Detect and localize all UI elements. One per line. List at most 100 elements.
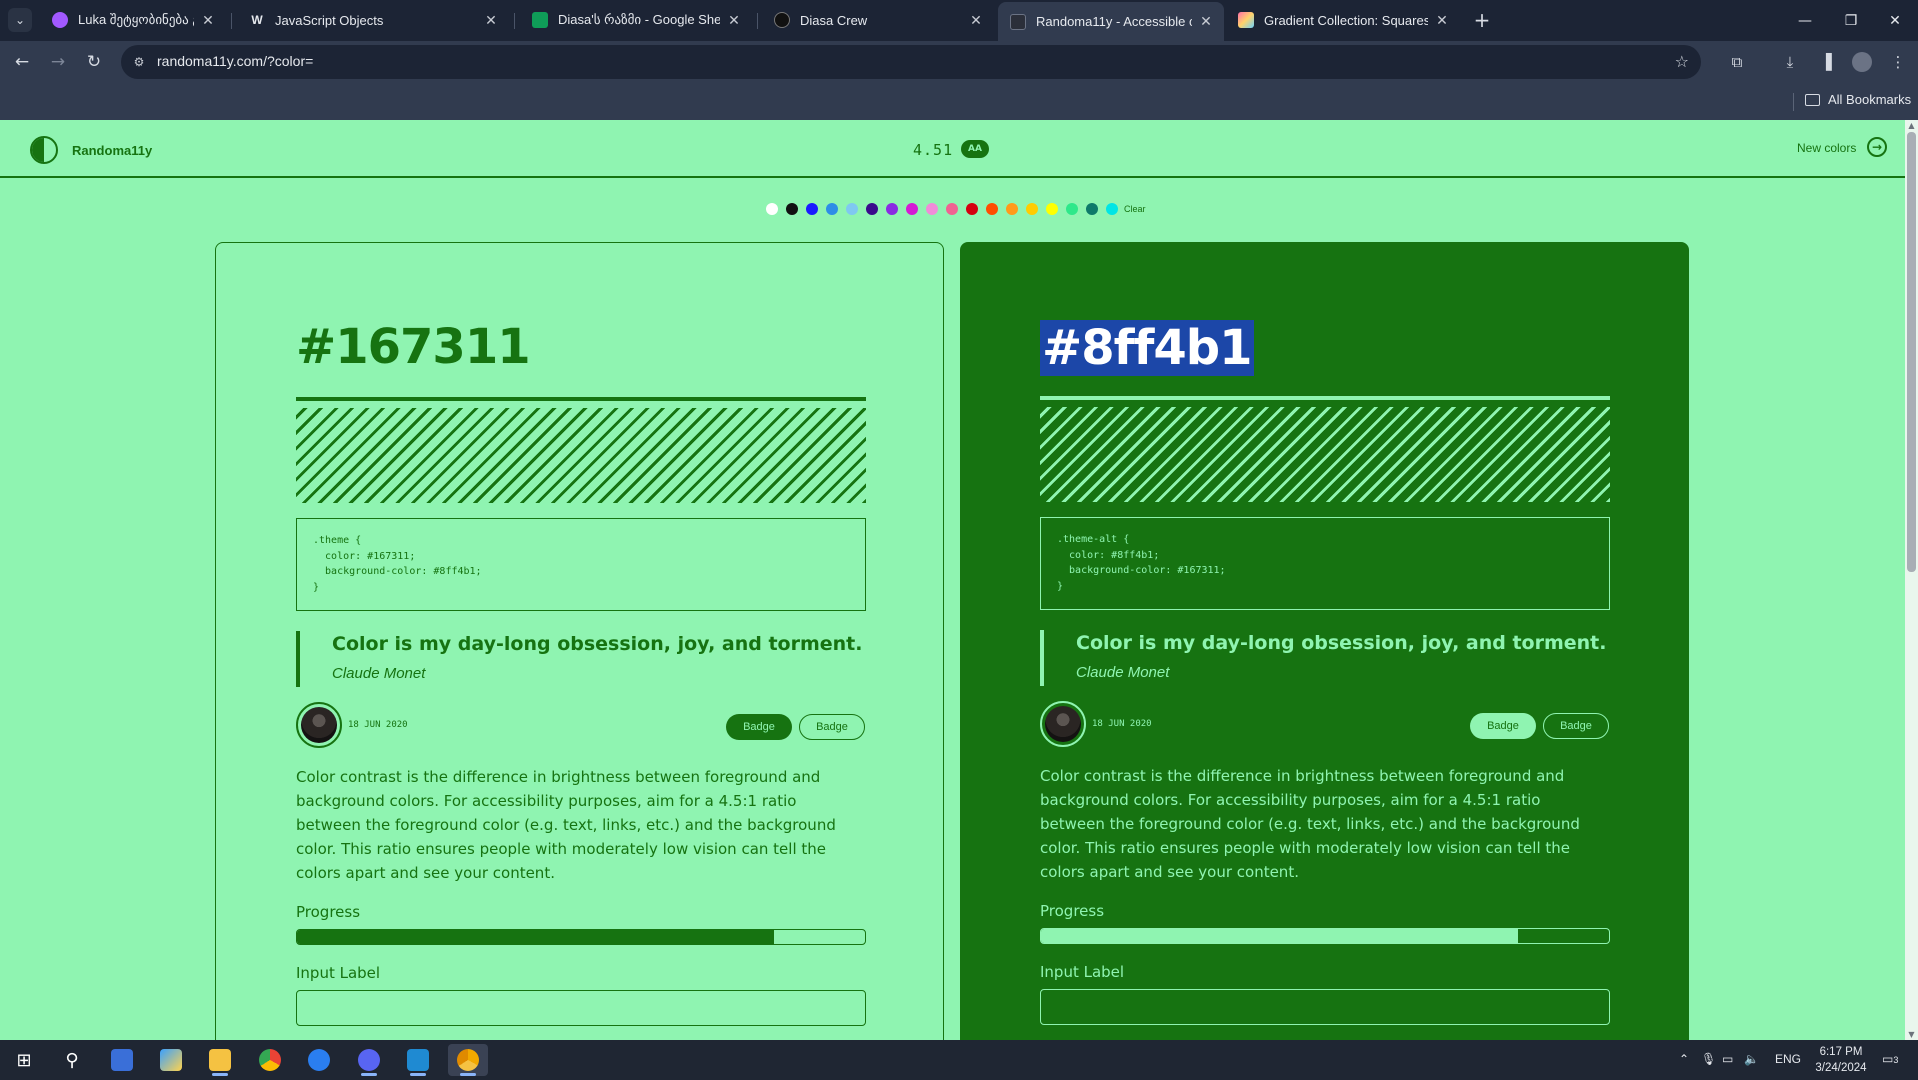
- close-tab-icon[interactable]: ✕: [968, 12, 984, 28]
- chrome-icon[interactable]: [250, 1044, 290, 1076]
- scroll-up-icon[interactable]: ▲: [1907, 121, 1916, 130]
- color-swatch[interactable]: [966, 203, 978, 215]
- color-swatch[interactable]: [846, 203, 858, 215]
- file-explorer-icon[interactable]: [200, 1044, 240, 1076]
- color-swatch[interactable]: [1026, 203, 1038, 215]
- new-colors-button[interactable]: New colors: [1797, 141, 1856, 155]
- color-swatch[interactable]: [1086, 203, 1098, 215]
- bookmark-star-icon[interactable]: ☆: [1675, 52, 1689, 71]
- clear-button[interactable]: Clear: [1124, 204, 1146, 214]
- foreground-hex[interactable]: #167311: [296, 323, 531, 371]
- color-swatch[interactable]: [866, 203, 878, 215]
- avatar: [296, 702, 342, 748]
- half-circle-logo-icon[interactable]: [30, 136, 58, 164]
- photos-icon[interactable]: [151, 1044, 191, 1076]
- quote-author: Claude Monet: [1076, 664, 1170, 681]
- page-scrollbar[interactable]: ▲ ▼: [1905, 120, 1918, 1040]
- color-swatch[interactable]: [906, 203, 918, 215]
- scroll-thumb[interactable]: [1907, 132, 1916, 572]
- volume-icon[interactable]: 🔈: [1744, 1052, 1759, 1066]
- minimize-icon[interactable]: —: [1782, 0, 1828, 41]
- vscode-icon[interactable]: [398, 1044, 438, 1076]
- tab-javascript-objects[interactable]: W JavaScript Objects ✕: [237, 6, 509, 34]
- color-swatch[interactable]: [786, 203, 798, 215]
- close-tab-icon[interactable]: ✕: [1198, 13, 1214, 30]
- menu-kebab-icon[interactable]: ⋮: [1886, 50, 1910, 74]
- tab-randoma11y[interactable]: Randoma11y - Accessible color ✕: [998, 2, 1224, 41]
- color-swatch[interactable]: [986, 203, 998, 215]
- running-indicator: [212, 1073, 228, 1076]
- close-tab-icon[interactable]: ✕: [200, 12, 216, 28]
- forward-icon[interactable]: →: [44, 48, 72, 76]
- page-viewport: Randoma11y 4.51 AA New colors → Clear #1…: [0, 120, 1905, 1040]
- tab-search-button[interactable]: ⌄: [8, 8, 32, 32]
- clock-date: 3/24/2024: [1815, 1062, 1867, 1074]
- divider-rule: [296, 397, 866, 401]
- close-tab-icon[interactable]: ✕: [726, 12, 742, 28]
- w3schools-favicon-icon: W: [251, 13, 263, 27]
- close-window-icon[interactable]: ✕: [1872, 0, 1918, 41]
- meta-row: 18 JUN 2020 Badge Badge: [296, 702, 866, 748]
- windows-taskbar: ⊞ ⚲ ⌃ 🎙 ▭ 🔈 ENG 6:17 PM 3/24/2024 ▭3: [0, 1040, 1918, 1080]
- tab-gradient-collection[interactable]: Gradient Collection: Squares ✕: [1226, 6, 1460, 34]
- scroll-down-icon[interactable]: ▼: [1907, 1030, 1916, 1039]
- crew-favicon-icon: [774, 12, 790, 28]
- tab-google-sheets[interactable]: Diasa'ს რაზმი - Google Sheets ✕: [520, 6, 752, 34]
- windows-start-icon[interactable]: ⊞: [4, 1044, 44, 1076]
- badge-solid: Badge: [1470, 713, 1536, 739]
- progress-bar: [296, 929, 866, 945]
- site-header: Randoma11y 4.51 AA New colors →: [0, 120, 1905, 178]
- microphone-icon[interactable]: 🎙: [1701, 1052, 1716, 1066]
- color-swatch[interactable]: [1046, 203, 1058, 215]
- edge-dev-icon[interactable]: [299, 1044, 339, 1076]
- color-swatch[interactable]: [1006, 203, 1018, 215]
- divider-rule: [1040, 396, 1610, 400]
- arrow-right-circle-icon[interactable]: →: [1867, 137, 1887, 157]
- background-hex-selected[interactable]: #8ff4b1: [1040, 320, 1254, 376]
- quote-text: Color is my day-long obsession, joy, and…: [332, 633, 863, 655]
- color-swatch[interactable]: [946, 203, 958, 215]
- side-panel-icon[interactable]: ▐: [1814, 50, 1838, 74]
- url-text[interactable]: randoma11y.com/?color=: [157, 53, 313, 69]
- close-tab-icon[interactable]: ✕: [483, 12, 499, 28]
- restore-icon[interactable]: ❐: [1828, 0, 1874, 41]
- tab-title: Randoma11y - Accessible color: [1036, 14, 1192, 29]
- tab-divider: [514, 13, 515, 29]
- all-bookmarks-button[interactable]: All Bookmarks: [1805, 92, 1911, 107]
- back-icon[interactable]: ←: [8, 48, 36, 76]
- browser-toolbar: ← → ↻ ⚙ randoma11y.com/?color= ☆ ⧉ ⤓ ▐ ⋮: [0, 41, 1918, 83]
- site-info-icon[interactable]: ⚙: [131, 54, 147, 70]
- gradient-favicon-icon: [1238, 12, 1254, 28]
- text-input[interactable]: [1040, 989, 1610, 1025]
- address-bar[interactable]: ⚙ randoma11y.com/?color= ☆: [121, 45, 1701, 79]
- brand-name[interactable]: Randoma11y: [72, 143, 152, 158]
- color-swatch[interactable]: [926, 203, 938, 215]
- chrome-canary-icon[interactable]: [448, 1044, 488, 1076]
- color-swatch[interactable]: [1066, 203, 1078, 215]
- new-tab-button[interactable]: +: [1470, 8, 1494, 32]
- download-icon[interactable]: ⤓: [1778, 50, 1802, 74]
- extensions-icon[interactable]: ⧉: [1725, 50, 1749, 74]
- tray-overflow-icon[interactable]: ⌃: [1679, 1052, 1689, 1066]
- color-swatch[interactable]: [806, 203, 818, 215]
- discord-icon[interactable]: [349, 1044, 389, 1076]
- search-icon[interactable]: ⚲: [52, 1044, 92, 1076]
- color-swatch[interactable]: [886, 203, 898, 215]
- network-icon[interactable]: ▭: [1722, 1052, 1733, 1066]
- language-indicator[interactable]: ENG: [1775, 1052, 1801, 1066]
- close-tab-icon[interactable]: ✕: [1434, 12, 1450, 28]
- color-swatch[interactable]: [826, 203, 838, 215]
- quote-author: Claude Monet: [332, 665, 426, 682]
- text-input[interactable]: [296, 990, 866, 1026]
- color-swatch[interactable]: [1106, 203, 1118, 215]
- color-swatch[interactable]: [766, 203, 778, 215]
- reload-icon[interactable]: ↻: [80, 48, 108, 76]
- input-label: Input Label: [296, 964, 381, 982]
- clock[interactable]: 6:17 PM 3/24/2024: [1810, 1044, 1872, 1076]
- avatar: [1040, 701, 1086, 747]
- microsoft-store-icon[interactable]: [102, 1044, 142, 1076]
- profile-avatar[interactable]: [1852, 52, 1872, 72]
- tab-diasa-crew[interactable]: Diasa Crew ✕: [762, 6, 994, 34]
- tab-luka[interactable]: Luka შეტყობინება გაუგზავ ✕: [40, 6, 226, 34]
- notifications-icon[interactable]: ▭3: [1882, 1052, 1898, 1066]
